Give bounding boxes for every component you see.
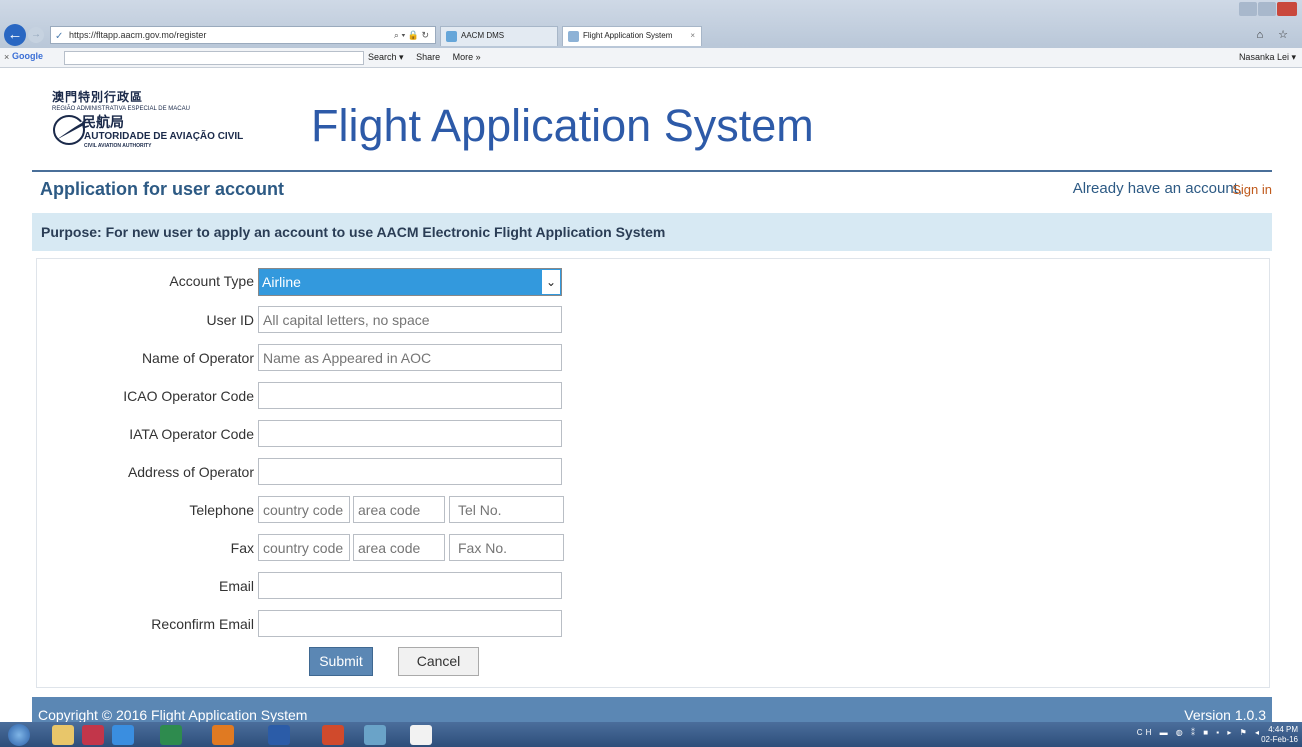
copyright-text: Copyright © 2016 Flight Application Syst… [38, 707, 308, 723]
reconfirm-email-input[interactable] [258, 610, 562, 637]
iata-code-input[interactable] [258, 420, 562, 447]
tab-favicon-icon [446, 31, 457, 42]
toolbar-items: Search ▾ Share More » [368, 52, 491, 63]
toolbar-close-icon[interactable]: × [4, 52, 9, 62]
fax-area-code-input[interactable] [353, 534, 445, 561]
access-icon[interactable] [82, 725, 104, 745]
tab-label: Flight Application System [583, 31, 673, 40]
page-title: Application for user account [40, 179, 285, 199]
logo-english-name: CIVIL AVIATION AUTHORITY [84, 143, 152, 149]
email-label: Email [218, 578, 254, 594]
operator-name-label: Name of Operator [141, 350, 254, 366]
email-input[interactable] [258, 572, 562, 599]
iata-code-label: IATA Operator Code [129, 426, 254, 442]
internet-explorer-icon[interactable] [112, 725, 134, 745]
toolbar-search-button[interactable]: Search ▾ [368, 52, 404, 62]
chevron-down-icon[interactable]: ⌄ [542, 270, 560, 294]
fax-label: Fax [230, 540, 254, 556]
windows-taskbar: CH ▬ ◍ ⁑ ■ ▪ ▸ ⚑ ◂ 4:44 PM 02-Feb-16 [0, 722, 1302, 747]
excel-icon[interactable] [160, 725, 182, 745]
sign-in-link[interactable]: Sign in [1232, 182, 1272, 197]
reconfirm-email-label: Reconfirm Email [151, 616, 254, 632]
telephone-label: Telephone [189, 502, 254, 518]
outlook-icon[interactable] [212, 725, 234, 745]
browser-nav-row: ← → ✓ https://fltapp.aacm.gov.mo/registe… [0, 22, 1302, 48]
close-window-button[interactable] [1277, 2, 1297, 16]
operator-address-input[interactable] [258, 458, 562, 485]
icao-code-input[interactable] [258, 382, 562, 409]
logo-chinese-name: 民航局 [82, 115, 124, 131]
tab-favicon-icon [568, 31, 579, 42]
powerpoint-icon[interactable] [322, 725, 344, 745]
user-id-label: User ID [206, 312, 254, 328]
toolbar-more-button[interactable]: More » [453, 52, 481, 62]
aacm-logo: 澳門特別行政區 REGIÃO ADMINISTRATIVA ESPECIAL D… [52, 88, 292, 158]
acrobat-icon[interactable] [410, 725, 432, 745]
user-id-input[interactable] [258, 306, 562, 333]
fax-country-code-input[interactable] [258, 534, 350, 561]
tray-language[interactable]: CH [1137, 728, 1155, 737]
toolbar-user-button[interactable]: Nasanka Lei ▾ [1239, 52, 1296, 63]
tab-close-icon[interactable]: × [690, 27, 695, 45]
account-type-select[interactable]: Airline ⌄ [258, 268, 562, 296]
already-have-account-text: Already have an account, [1072, 180, 1242, 197]
logo-portuguese-name: AUTORIDADE DE AVIAÇÃO CIVIL [84, 131, 244, 142]
maximize-button[interactable] [1258, 2, 1276, 16]
telephone-area-code-input[interactable] [353, 496, 445, 523]
tab-flight-application-system[interactable]: Flight Application System × [562, 26, 702, 46]
file-explorer-icon[interactable] [52, 725, 74, 745]
logo-chinese-text: 澳門特別行政區 [52, 90, 144, 104]
google-toolbar: × Google Search ▾ Share More » Nasanka L… [0, 48, 1302, 68]
telephone-country-code-input[interactable] [258, 496, 350, 523]
address-controls-icon[interactable]: ⌕ ▾ 🔒 ↻ [394, 27, 429, 43]
clock-time: 4:44 PM [1268, 725, 1298, 734]
operator-name-input[interactable] [258, 344, 562, 371]
cancel-button[interactable]: Cancel [398, 647, 479, 676]
toolbar-share-button[interactable]: Share [416, 52, 440, 62]
google-label: Google [12, 51, 43, 61]
tab-aacm-dms[interactable]: AACM DMS [440, 26, 558, 46]
submit-button[interactable]: Submit [309, 647, 373, 676]
paint-icon[interactable] [364, 725, 386, 745]
address-bar[interactable]: ✓ https://fltapp.aacm.gov.mo/register ⌕ … [50, 26, 436, 44]
browser-titlebar: ← → ✓ https://fltapp.aacm.gov.mo/registe… [0, 0, 1302, 48]
system-tray[interactable]: CH ▬ ◍ ⁑ ■ ▪ ▸ ⚑ ◂ [1137, 728, 1262, 737]
window-controls [1238, 2, 1298, 18]
favicon-icon: ✓ [55, 31, 64, 42]
icao-code-label: ICAO Operator Code [123, 388, 254, 404]
taskbar-clock[interactable]: 4:44 PM 02-Feb-16 [1261, 725, 1298, 745]
start-button[interactable] [8, 724, 30, 746]
google-search-input[interactable] [64, 51, 364, 65]
forward-button[interactable]: → [28, 27, 44, 43]
app-title: Flight Application System [311, 100, 814, 151]
minimize-button[interactable] [1239, 2, 1257, 16]
address-url: https://fltapp.aacm.gov.mo/register [69, 30, 207, 40]
word-icon[interactable] [268, 725, 290, 745]
tab-label: AACM DMS [461, 31, 505, 40]
home-favorites-icons[interactable]: ⌂ ☆ [1256, 28, 1294, 41]
purpose-banner: Purpose: For new user to apply an accoun… [32, 213, 1272, 251]
fax-number-input[interactable] [449, 534, 564, 561]
clock-date: 02-Feb-16 [1261, 735, 1298, 744]
header-divider [32, 170, 1272, 172]
account-type-value: Airline [262, 274, 301, 290]
operator-address-label: Address of Operator [127, 464, 254, 480]
back-button[interactable]: ← [4, 24, 26, 46]
telephone-number-input[interactable] [449, 496, 564, 523]
account-type-label: Account Type [169, 273, 254, 289]
